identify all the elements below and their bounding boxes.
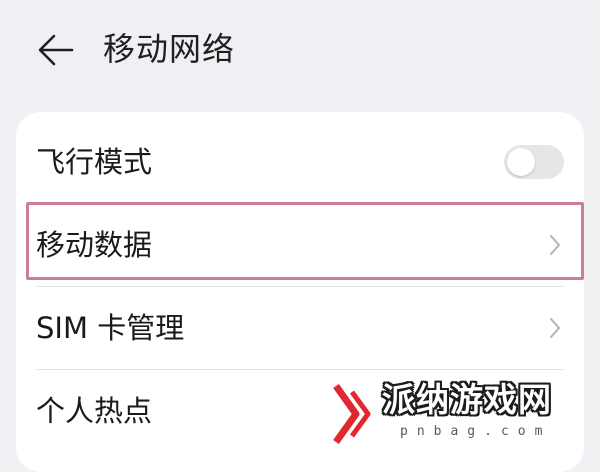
sim-card-management-label: SIM 卡管理: [36, 311, 185, 345]
page-title: 移动网络: [103, 30, 236, 68]
chevron-right-icon: [548, 316, 562, 340]
airplane-mode-row[interactable]: 飞行模式: [16, 121, 584, 203]
sim-card-management-row[interactable]: SIM 卡管理: [16, 287, 584, 369]
mobile-data-row[interactable]: 移动数据: [16, 204, 584, 286]
airplane-mode-toggle[interactable]: [504, 145, 564, 179]
toggle-knob: [507, 148, 535, 176]
chevron-right-icon: [548, 233, 562, 257]
airplane-mode-label: 飞行模式: [36, 145, 153, 179]
top-bar: 移动网络: [0, 0, 600, 100]
back-button[interactable]: [32, 28, 80, 72]
personal-hotspot-label: 个人热点: [36, 394, 153, 428]
settings-card: 飞行模式 移动数据 SIM 卡管理 个人热点: [16, 112, 584, 472]
mobile-data-label: 移动数据: [36, 228, 153, 262]
personal-hotspot-row[interactable]: 个人热点: [16, 370, 584, 452]
back-arrow-icon: [38, 34, 74, 66]
